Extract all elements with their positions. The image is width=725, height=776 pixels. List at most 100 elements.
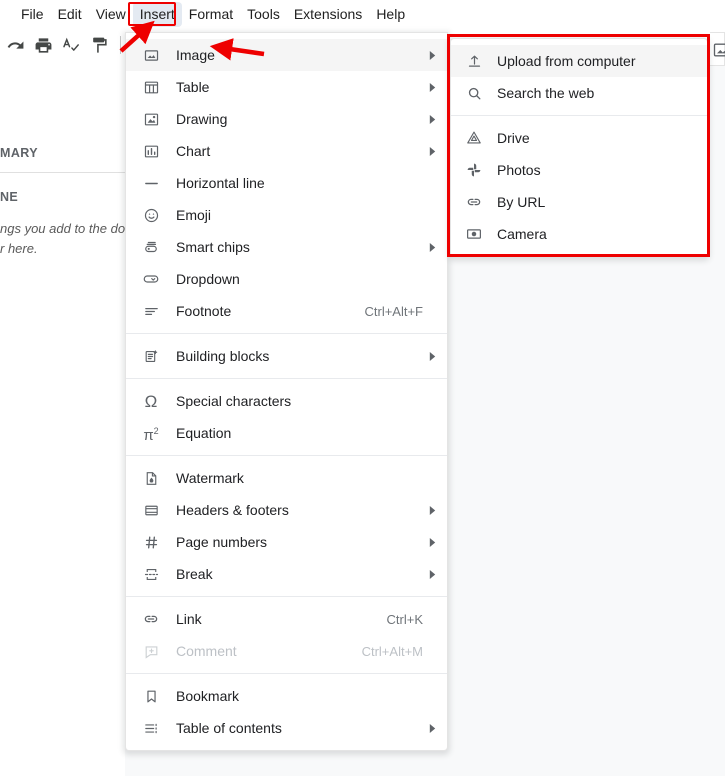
- watermark-icon: [140, 467, 162, 489]
- submenu-item-label: Photos: [497, 162, 541, 178]
- menu-item-label: Emoji: [176, 207, 212, 223]
- menu-item-headers-footers[interactable]: Headers & footers: [126, 494, 447, 526]
- image-icon: [140, 44, 162, 66]
- camera-icon: [463, 223, 485, 245]
- menu-bar: File Edit View Insert Format Tools Exten…: [0, 0, 725, 28]
- menu-item-special-characters[interactable]: Ω Special characters: [126, 385, 447, 417]
- menu-item-watermark[interactable]: Watermark: [126, 462, 447, 494]
- search-icon: [463, 82, 485, 104]
- redo-icon[interactable]: [2, 32, 28, 58]
- chevron-right-icon: [423, 82, 437, 92]
- submenu-item-label: Drive: [497, 130, 530, 146]
- menu-divider: [126, 673, 447, 674]
- menu-item-footnote[interactable]: Footnote Ctrl+Alt+F: [126, 295, 447, 327]
- menu-item-label: Equation: [176, 425, 232, 441]
- menu-item-emoji[interactable]: Emoji: [126, 199, 447, 231]
- menubar-item-insert[interactable]: Insert: [132, 1, 182, 27]
- chevron-right-icon: [423, 146, 437, 156]
- menubar-item-edit[interactable]: Edit: [51, 2, 89, 27]
- menu-item-image[interactable]: Image: [126, 39, 447, 71]
- menubar-item-view[interactable]: View: [89, 2, 133, 27]
- menu-divider: [126, 596, 447, 597]
- document-outline-panel[interactable]: MARY NE ngs you add to the do r here.: [0, 62, 125, 776]
- emoji-icon: [140, 204, 162, 226]
- menu-item-horizontal-line[interactable]: Horizontal line: [126, 167, 447, 199]
- menu-divider: [126, 378, 447, 379]
- drive-icon: [463, 127, 485, 149]
- menu-item-dropdown[interactable]: Dropdown: [126, 263, 447, 295]
- outline-body-line-1: ngs you add to the do: [0, 221, 125, 236]
- menu-item-building-blocks[interactable]: Building blocks: [126, 340, 447, 372]
- menu-item-label: Page numbers: [176, 534, 268, 550]
- menu-item-shortcut: Ctrl+Alt+M: [361, 643, 423, 659]
- menu-item-break[interactable]: Break: [126, 558, 447, 590]
- footnote-icon: [140, 300, 162, 322]
- photos-icon: [463, 159, 485, 181]
- outline-heading-2[interactable]: NE: [0, 190, 125, 204]
- outline-divider: [0, 172, 125, 173]
- submenu-item-search-the-web[interactable]: Search the web: [451, 77, 707, 109]
- menu-item-link[interactable]: Link Ctrl+K: [126, 603, 447, 635]
- horizontal-line-icon: [140, 172, 162, 194]
- menubar-item-tools[interactable]: Tools: [240, 2, 287, 27]
- table-of-contents-icon: [140, 717, 162, 739]
- submenu-item-label: Search the web: [497, 85, 595, 101]
- page-numbers-icon: [140, 531, 162, 553]
- equation-icon: π2: [143, 425, 159, 444]
- menu-item-drawing[interactable]: Drawing: [126, 103, 447, 135]
- menubar-item-extensions[interactable]: Extensions: [287, 2, 369, 27]
- print-icon[interactable]: [30, 32, 56, 58]
- submenu-item-drive[interactable]: Drive: [451, 122, 707, 154]
- submenu-divider: [451, 115, 707, 116]
- dropdown-icon: [140, 268, 162, 290]
- menu-item-label: Chart: [176, 143, 211, 159]
- menu-item-chart[interactable]: Chart: [126, 135, 447, 167]
- menu-item-shortcut: Ctrl+Alt+F: [364, 303, 423, 319]
- menu-item-table[interactable]: Table: [126, 71, 447, 103]
- menubar-item-format[interactable]: Format: [182, 2, 240, 27]
- bookmark-icon: [140, 685, 162, 707]
- spelling-check-icon[interactable]: [58, 32, 84, 58]
- image-placeholder-icon: [712, 40, 725, 60]
- smart-chips-icon: [140, 236, 162, 258]
- menu-item-label: Break: [176, 566, 213, 582]
- paint-format-icon[interactable]: [86, 32, 112, 58]
- chevron-right-icon: [423, 242, 437, 252]
- submenu-item-camera[interactable]: Camera: [451, 218, 707, 250]
- submenu-item-photos[interactable]: Photos: [451, 154, 707, 186]
- menu-item-label: Table: [176, 79, 210, 95]
- menu-item-page-numbers[interactable]: Page numbers: [126, 526, 447, 558]
- comment-icon: [140, 640, 162, 662]
- menu-item-label: Link: [176, 611, 202, 627]
- link-icon: [463, 191, 485, 213]
- menu-item-label: Building blocks: [176, 348, 270, 364]
- menu-item-table-of-contents[interactable]: Table of contents: [126, 712, 447, 744]
- insert-dropdown-menu[interactable]: Image Table Drawing Chart Horizontal lin…: [125, 32, 448, 751]
- menu-item-smart-chips[interactable]: Smart chips: [126, 231, 447, 263]
- break-icon: [140, 563, 162, 585]
- toolbar-divider: [120, 36, 121, 54]
- image-submenu[interactable]: Upload from computer Search the web Driv…: [450, 38, 708, 257]
- menu-item-label: Horizontal line: [176, 175, 265, 191]
- menubar-item-file[interactable]: File: [14, 2, 51, 27]
- submenu-item-by-url[interactable]: By URL: [451, 186, 707, 218]
- outline-heading-1[interactable]: MARY: [0, 146, 125, 160]
- chevron-right-icon: [423, 723, 437, 733]
- submenu-item-label: By URL: [497, 194, 546, 210]
- menu-item-label: Footnote: [176, 303, 232, 319]
- menu-item-label: Smart chips: [176, 239, 250, 255]
- menu-item-bookmark[interactable]: Bookmark: [126, 680, 447, 712]
- chart-icon: [140, 140, 162, 162]
- insert-menu-items: Image Table Drawing Chart Horizontal lin…: [126, 33, 447, 750]
- drawing-icon: [140, 108, 162, 130]
- submenu-item-label: Camera: [497, 226, 547, 242]
- menu-item-label: Drawing: [176, 111, 228, 127]
- upload-icon: [463, 50, 485, 72]
- image-submenu-items: Upload from computer Search the web Driv…: [451, 39, 707, 256]
- submenu-item-upload-from-computer[interactable]: Upload from computer: [451, 45, 707, 77]
- table-icon: [140, 76, 162, 98]
- menu-item-equation[interactable]: π2 Equation: [126, 417, 447, 449]
- menu-item-label: Comment: [176, 643, 237, 659]
- menubar-item-help[interactable]: Help: [369, 2, 412, 27]
- building-blocks-icon: [140, 345, 162, 367]
